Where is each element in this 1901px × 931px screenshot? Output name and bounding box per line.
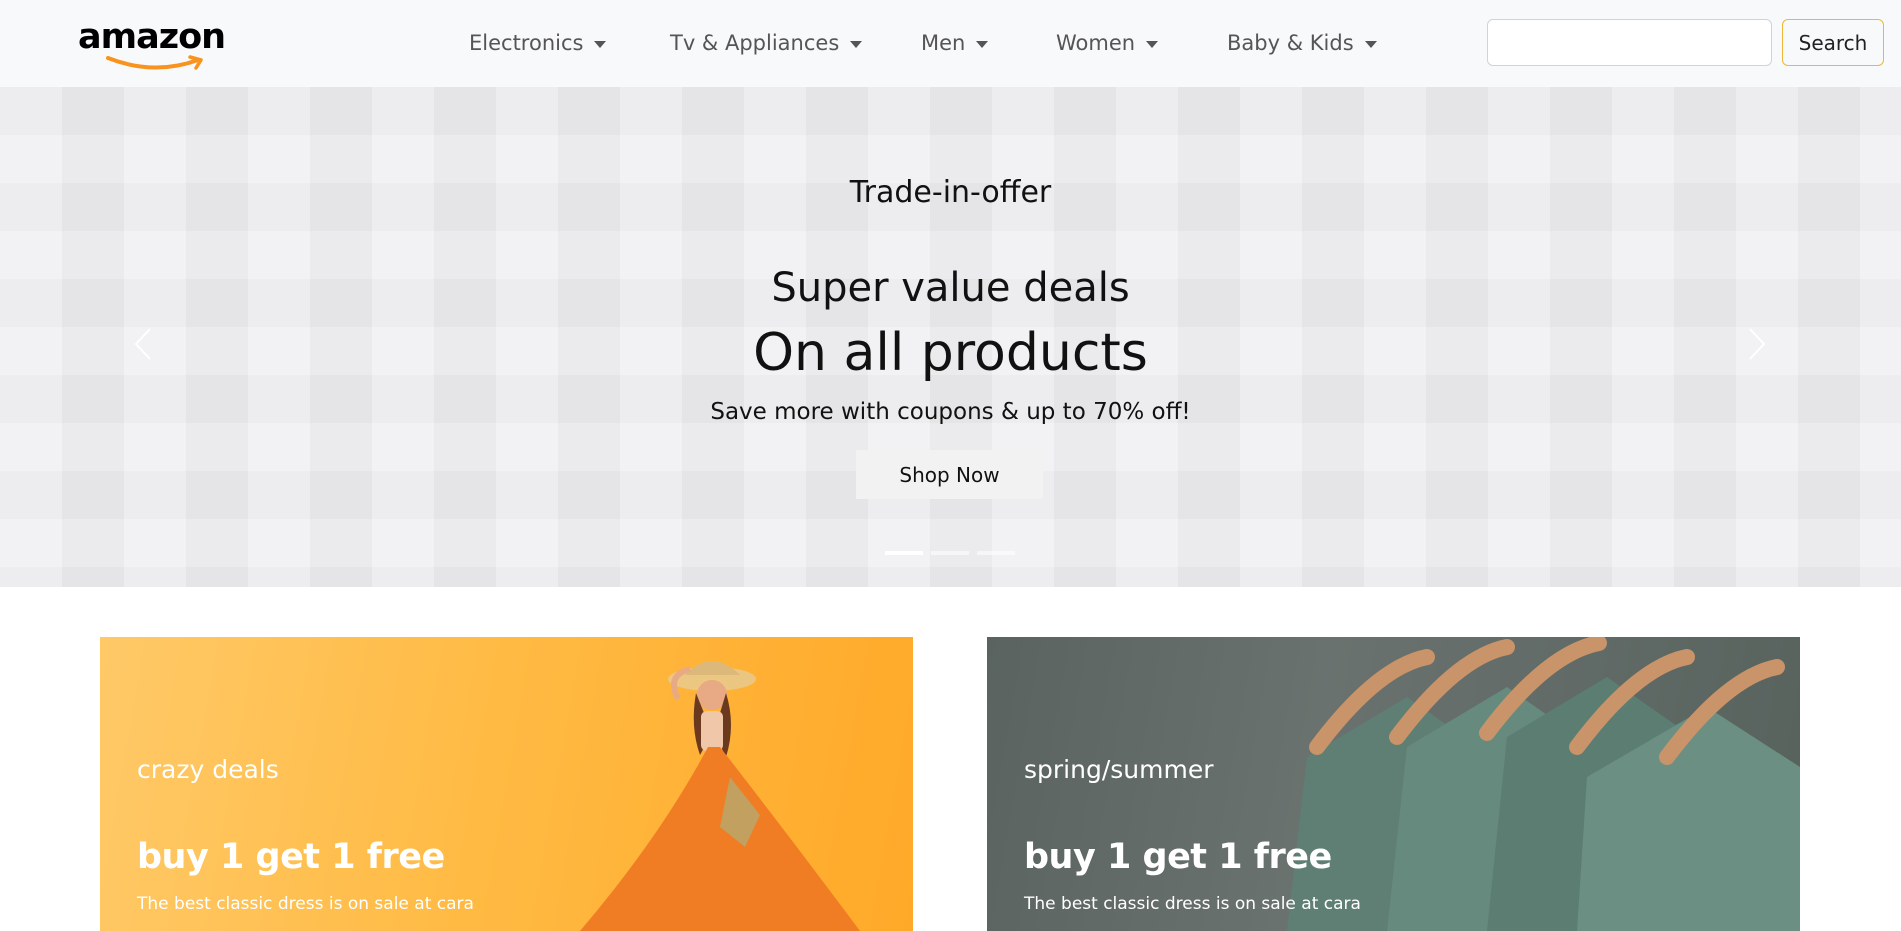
banner-kicker: crazy deals: [137, 755, 279, 784]
hero-subtitle: Save more with coupons & up to 70% off!: [710, 399, 1191, 425]
nav-item-women[interactable]: Women: [1056, 28, 1159, 58]
carousel-next-button[interactable]: [1742, 319, 1772, 369]
logo-smile-icon: [106, 55, 203, 70]
carousel-indicator-2[interactable]: [931, 551, 969, 555]
hero-carousel: Trade-in-offer Super value deals On all …: [0, 87, 1901, 587]
carousel-indicator-3[interactable]: [977, 551, 1015, 555]
hero-title: On all products: [753, 323, 1148, 383]
search-input[interactable]: [1487, 19, 1772, 66]
logo-wordmark: amazon: [78, 17, 226, 57]
nav-item-electronics[interactable]: Electronics: [469, 28, 607, 58]
promo-banner-spring-summer[interactable]: spring/summer buy 1 get 1 free The best …: [987, 637, 1800, 931]
banner-kicker: spring/summer: [1024, 755, 1214, 784]
nav-item-label: Baby & Kids: [1227, 31, 1354, 55]
caret-down-icon: [594, 40, 607, 48]
nav-item-tv-appliances[interactable]: Tv & Appliances: [670, 28, 863, 58]
banner-title: buy 1 get 1 free: [1024, 837, 1332, 877]
caret-down-icon: [850, 40, 863, 48]
carousel-prev-button[interactable]: [128, 319, 158, 369]
shirts-on-hangers-image: [1287, 637, 1800, 931]
carousel-indicators: [885, 551, 1015, 557]
chevron-left-icon: [134, 328, 151, 360]
banner-description: The best classic dress is on sale at car…: [137, 894, 474, 914]
search-button[interactable]: Search: [1782, 19, 1884, 66]
shop-now-button[interactable]: Shop Now: [856, 450, 1043, 499]
banner-title: buy 1 get 1 free: [137, 837, 445, 877]
caret-down-icon: [976, 40, 989, 48]
nav-item-label: Tv & Appliances: [670, 31, 840, 55]
chevron-right-icon: [1749, 328, 1766, 360]
caret-down-icon: [1146, 40, 1159, 48]
nav-item-baby-kids[interactable]: Baby & Kids: [1227, 28, 1377, 58]
hero-kicker: Trade-in-offer: [849, 175, 1052, 210]
hero-heading: Super value deals: [771, 265, 1130, 311]
nav-item-men[interactable]: Men: [921, 28, 989, 58]
woman-orange-dress-image: [580, 661, 860, 931]
navbar: amazon Electronics Tv & Appliances Men W…: [0, 0, 1901, 87]
promo-banner-crazy-deals[interactable]: crazy deals buy 1 get 1 free The best cl…: [100, 637, 913, 931]
caret-down-icon: [1364, 40, 1377, 48]
carousel-indicator-1[interactable]: [885, 551, 923, 555]
nav-item-label: Women: [1056, 31, 1136, 55]
nav-item-label: Men: [921, 31, 966, 55]
nav-item-label: Electronics: [469, 31, 584, 55]
banner-description: The best classic dress is on sale at car…: [1024, 894, 1361, 914]
amazon-logo[interactable]: amazon: [78, 14, 230, 74]
